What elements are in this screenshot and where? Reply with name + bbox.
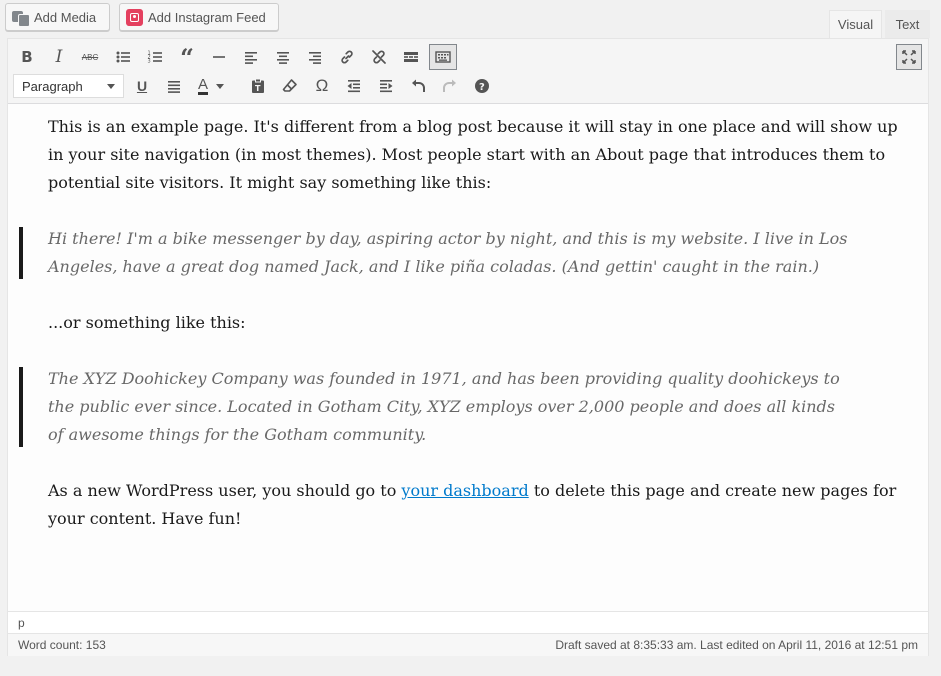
bold-icon[interactable]: B bbox=[14, 44, 40, 70]
help-icon[interactable]: ? bbox=[469, 73, 495, 99]
align-left-icon[interactable] bbox=[238, 44, 264, 70]
special-character-icon[interactable]: Ω bbox=[309, 73, 335, 99]
fullscreen-icon[interactable] bbox=[896, 44, 922, 70]
blockquote-icon[interactable]: “ bbox=[174, 43, 200, 72]
bullet-list-icon[interactable] bbox=[110, 44, 136, 70]
toolbar-toggle-icon[interactable] bbox=[429, 44, 457, 70]
align-right-icon[interactable] bbox=[302, 44, 328, 70]
tab-visual[interactable]: Visual bbox=[829, 10, 882, 38]
add-instagram-label: Add Instagram Feed bbox=[148, 9, 266, 25]
indent-icon[interactable] bbox=[373, 73, 399, 99]
unlink-icon[interactable] bbox=[366, 44, 392, 70]
editor-toolbar: B I ABC 123 “ Paragraph U A T Ω ? bbox=[8, 39, 928, 104]
paragraph-1: This is an example page. It's different … bbox=[48, 117, 898, 192]
media-icon bbox=[12, 10, 30, 27]
text-color-icon[interactable]: A bbox=[193, 73, 229, 99]
tab-text[interactable]: Text bbox=[885, 10, 930, 38]
read-more-icon[interactable] bbox=[398, 44, 424, 70]
instagram-icon bbox=[126, 8, 143, 26]
chevron-down-icon bbox=[107, 83, 115, 89]
add-media-label: Add Media bbox=[34, 9, 97, 25]
svg-text:3: 3 bbox=[148, 59, 151, 65]
dashboard-link[interactable]: your dashboard bbox=[401, 481, 528, 500]
status-bar: Word count: 153 Draft saved at 8:35:33 a… bbox=[8, 633, 928, 656]
paragraph-3: As a new WordPress user, you should go t… bbox=[48, 477, 898, 533]
format-select-value: Paragraph bbox=[22, 78, 83, 94]
insert-link-icon[interactable] bbox=[334, 44, 360, 70]
autosave-status: Draft saved at 8:35:33 am. Last edited o… bbox=[555, 638, 918, 652]
outdent-icon[interactable] bbox=[341, 73, 367, 99]
add-media-button[interactable]: Add Media bbox=[5, 3, 110, 31]
svg-text:?: ? bbox=[479, 82, 485, 93]
paste-as-text-icon[interactable]: T bbox=[245, 73, 271, 99]
chevron-down-icon bbox=[216, 83, 225, 89]
editor: B I ABC 123 “ Paragraph U A T Ω ? This i… bbox=[7, 38, 929, 656]
align-center-icon[interactable] bbox=[270, 44, 296, 70]
paragraph-3-before: As a new WordPress user, you should go t… bbox=[48, 481, 402, 500]
italic-icon[interactable]: I bbox=[46, 44, 72, 70]
blockquote-1: Hi there! I'm a bike messenger by day, a… bbox=[19, 225, 848, 281]
justify-icon[interactable] bbox=[161, 73, 187, 99]
editor-content[interactable]: This is an example page. It's different … bbox=[19, 113, 898, 533]
paragraph-2: ...or something like this: bbox=[48, 313, 246, 332]
element-path-p[interactable]: p bbox=[18, 616, 25, 630]
undo-icon[interactable] bbox=[405, 73, 431, 99]
format-select[interactable]: Paragraph bbox=[13, 74, 124, 98]
element-path: p bbox=[8, 611, 928, 633]
strikethrough-icon[interactable]: ABC bbox=[77, 44, 103, 70]
clear-formatting-icon[interactable] bbox=[277, 73, 303, 99]
blockquote-2: The XYZ Doohickey Company was founded in… bbox=[19, 365, 848, 449]
word-count: Word count: 153 bbox=[18, 638, 106, 652]
horizontal-rule-icon[interactable] bbox=[206, 44, 232, 70]
add-instagram-feed-button[interactable]: Add Instagram Feed bbox=[119, 3, 279, 31]
svg-text:T: T bbox=[255, 84, 261, 93]
underline-icon[interactable]: U bbox=[129, 73, 155, 99]
numbered-list-icon[interactable]: 123 bbox=[142, 44, 168, 70]
redo-icon[interactable] bbox=[437, 73, 463, 99]
